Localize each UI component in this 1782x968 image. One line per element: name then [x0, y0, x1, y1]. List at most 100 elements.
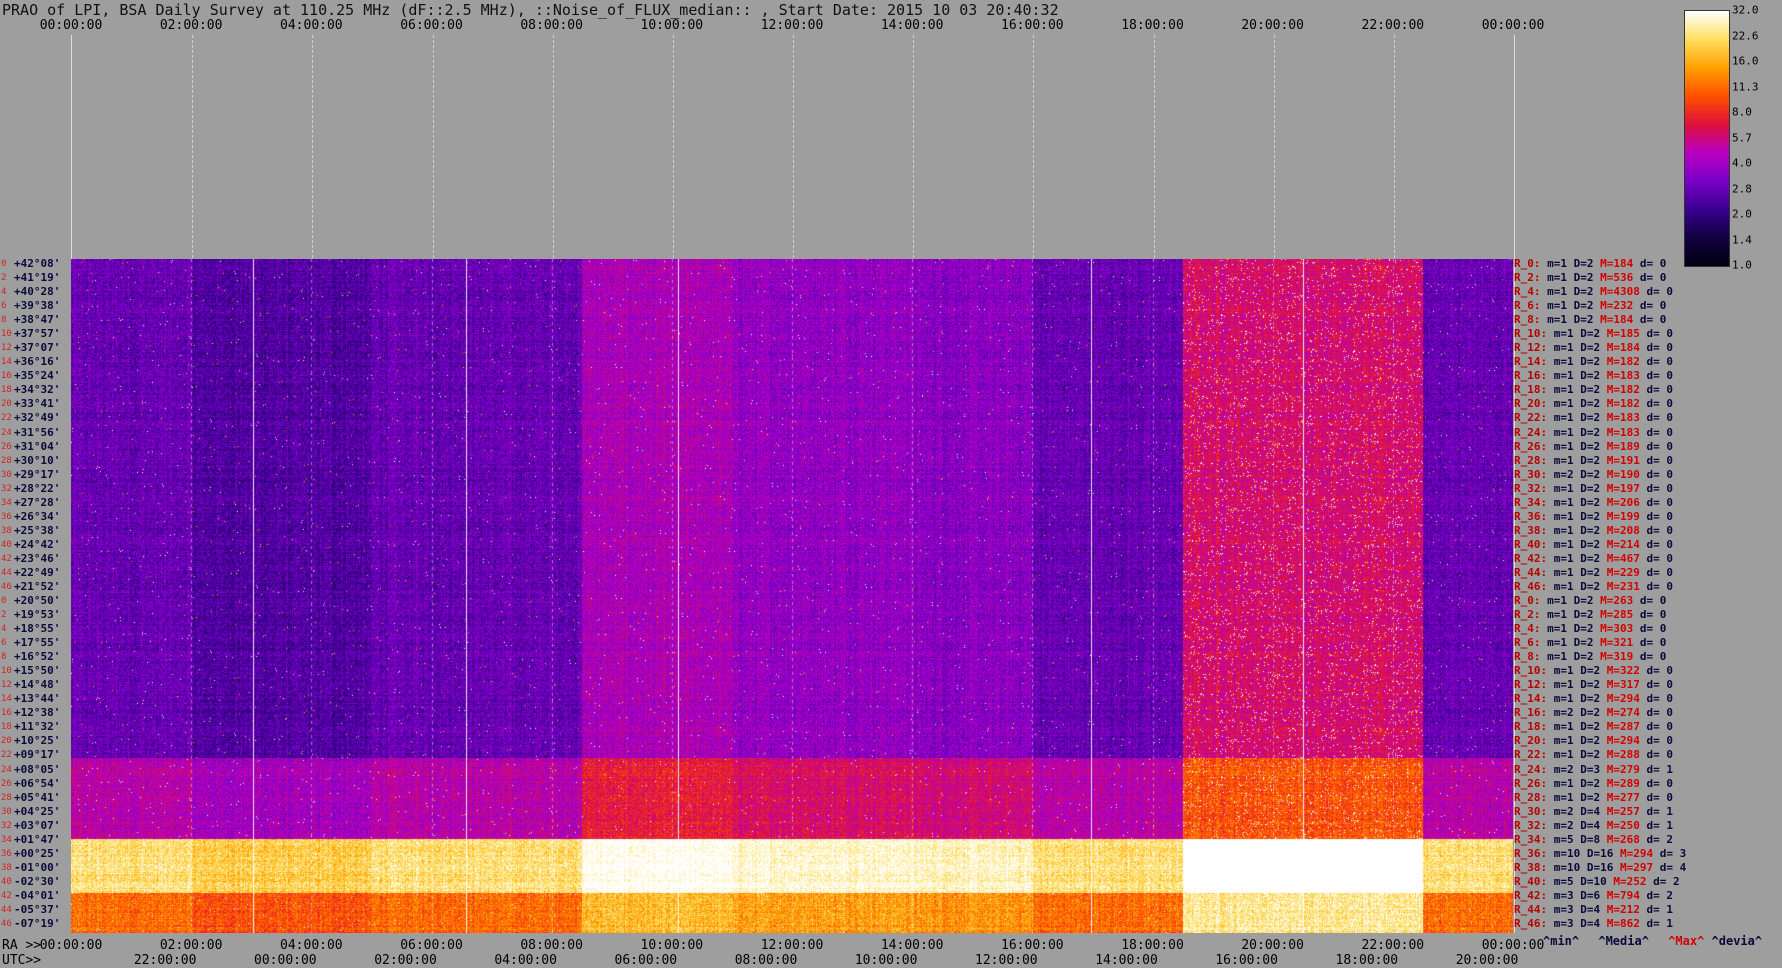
row-stat-d: D=2 [1580, 467, 1607, 481]
row-stat-dv: d= 0 [1646, 439, 1674, 453]
colorbar-tick: 32.0 [1732, 3, 1759, 17]
declination-value: -05°37' [14, 902, 61, 916]
row-stat: R_38: m=10 D=16 M=297 d= 4 [1514, 861, 1686, 875]
row-stat-x: M=182 [1606, 355, 1647, 369]
row-stat: R_38: m=1 D=2 M=208 d= 0 [1514, 524, 1673, 538]
colorbar-tick: 22.6 [1732, 29, 1759, 42]
row-stat-x: M=288 [1606, 748, 1647, 762]
row-stat-r: R_30: [1514, 467, 1554, 481]
declination-value: +19°53' [14, 608, 61, 622]
row-stat-d: D=2 [1573, 299, 1601, 313]
row-stat-m: m=1 [1553, 341, 1581, 355]
row-stat-m: m=1 [1553, 523, 1581, 537]
row-stat-dv: d= 4 [1659, 860, 1687, 874]
row-stat-dv: d= 0 [1646, 411, 1674, 425]
row-stat-r: R_42: [1514, 888, 1554, 902]
declination-index: 6 [1, 301, 7, 312]
row-stat-d: D=2 [1580, 579, 1607, 593]
declination-row-label: 26 +31°04' [0, 440, 71, 454]
row-stat-r: R_14: [1514, 692, 1554, 706]
ra-axis-tick: 16:00:00 [1001, 938, 1064, 953]
stats-legend: ^min^ ^Media^ ^Max^ ^devia^ [1543, 934, 1762, 948]
row-stat-r: R_24: [1514, 762, 1554, 776]
declination-value: +16°52' [14, 650, 61, 664]
row-stat-d: D=2 [1580, 495, 1607, 509]
declination-value: +00°25' [14, 846, 61, 860]
row-stat: R_28: m=1 D=2 M=277 d= 0 [1514, 791, 1673, 805]
row-stat-m: m=1 [1547, 313, 1574, 327]
declination-value: +37°07' [14, 341, 61, 355]
row-stat-d: D=2 [1580, 481, 1607, 495]
row-stat-d: D=2 [1580, 748, 1607, 762]
declination-index: 22 [1, 750, 12, 761]
row-stat-d: D=2 [1573, 313, 1601, 327]
row-stat-m: m=1 [1553, 327, 1581, 341]
row-stat-r: R_28: [1514, 790, 1554, 804]
top-axis-tick: 08:00:00 [520, 18, 583, 33]
row-stat-r: R_8: [1514, 650, 1548, 664]
row-stat-x: M=536 [1600, 271, 1640, 285]
row-stat-m: m=1 [1553, 397, 1581, 411]
row-stat-x: M=277 [1606, 790, 1647, 804]
row-stat-r: R_10: [1514, 327, 1554, 341]
colorbar-tick: 2.8 [1732, 182, 1752, 195]
row-stat-x: M=184 [1600, 313, 1640, 327]
row-stat-x: M=294 [1606, 692, 1647, 706]
row-stat-m: m=2 [1553, 467, 1581, 481]
row-stat-d: D=2 [1580, 341, 1607, 355]
row-stat-r: R_42: [1514, 551, 1554, 565]
top-axis-tick: 10:00:00 [640, 18, 704, 33]
row-stat-m: m=1 [1553, 481, 1581, 495]
ra-axis-tick: 18:00:00 [1121, 938, 1184, 953]
row-stat-dv: d= 0 [1646, 776, 1674, 790]
row-stat-m: m=1 [1553, 551, 1581, 565]
row-stat-d: D=2 [1573, 650, 1601, 664]
declination-index: 18 [1, 385, 12, 396]
row-stat-m: m=1 [1553, 790, 1581, 804]
declination-value: +03°07' [14, 818, 61, 832]
row-stat-x: M=319 [1600, 650, 1640, 664]
row-stat-d: D=4 [1580, 804, 1607, 818]
row-stat-x: M=197 [1606, 481, 1647, 495]
row-stat-m: m=1 [1553, 720, 1581, 734]
declination-index: 40 [1, 876, 12, 887]
row-stat-x: M=231 [1606, 579, 1647, 593]
row-stat-dv: d= 0 [1639, 608, 1667, 622]
row-stat: R_4: m=1 D=2 M=303 d= 0 [1514, 622, 1666, 636]
row-stat-r: R_10: [1514, 664, 1554, 678]
row-stat-r: R_22: [1514, 411, 1554, 425]
row-stat: R_26: m=1 D=2 M=289 d= 0 [1514, 777, 1673, 791]
row-stat-r: R_46: [1514, 579, 1554, 593]
row-stat-r: R_44: [1514, 565, 1554, 579]
row-stat: R_0: m=1 D=2 M=263 d= 0 [1514, 594, 1666, 608]
row-stat-m: m=5 [1553, 874, 1581, 888]
declination-row-label: 4 +18°55' [0, 622, 71, 636]
declination-index: 32 [1, 483, 12, 494]
declination-value: +26°34' [14, 509, 61, 523]
declination-index: 16 [1, 371, 12, 382]
row-stat-r: R_2: [1514, 608, 1548, 622]
utc-axis-tick: 08:00:00 [734, 953, 798, 968]
row-stat-dv: d= 0 [1646, 495, 1674, 509]
row-stat-r: R_4: [1514, 285, 1548, 299]
ra-axis-tick: 08:00:00 [520, 938, 583, 953]
row-stat-dv: d= 0 [1646, 720, 1674, 734]
top-axis-tick: 14:00:00 [880, 18, 944, 33]
row-stat-d: D=2 [1580, 411, 1607, 425]
row-stat-m: m=1 [1553, 678, 1581, 692]
declination-index: 24 [1, 764, 12, 775]
row-statistics: R_0: m=1 D=2 M=184 d= 0 R_2: m=1 D=2 M=5… [1514, 257, 1686, 933]
row-stat: R_34: m=1 D=2 M=206 d= 0 [1514, 496, 1673, 510]
row-stat-d: D=2 [1580, 692, 1607, 706]
declination-index: 20 [1, 736, 12, 747]
row-stat-m: m=2 [1553, 762, 1581, 776]
row-stat-dv: d= 0 [1646, 285, 1673, 299]
row-stat-d: D=2 [1573, 257, 1601, 270]
row-stat-dv: d= 0 [1646, 453, 1674, 467]
row-stat: R_2: m=1 D=2 M=285 d= 0 [1514, 608, 1666, 622]
chart-title: PRAO of LPI, BSA Daily Survey at 110.25 … [2, 1, 1059, 19]
row-stat-m: m=2 [1553, 804, 1581, 818]
row-stat-dv: d= 0 [1639, 313, 1667, 327]
row-stat-dv: d= 0 [1646, 692, 1674, 706]
declination-row-label: 6 +17°55' [0, 636, 71, 650]
